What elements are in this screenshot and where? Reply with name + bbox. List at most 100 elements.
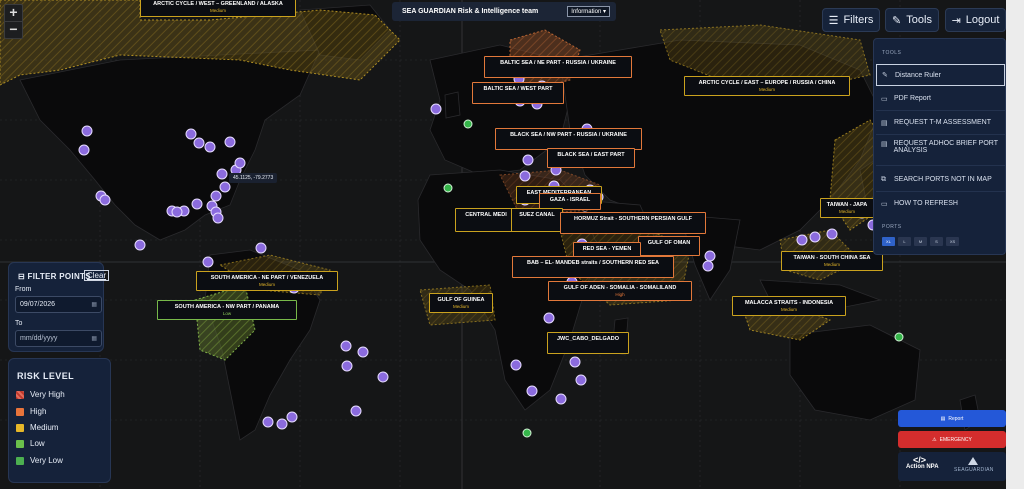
port-size-xs[interactable]: XS [946,237,959,246]
legend-label: Medium [30,423,59,432]
port-marker[interactable] [575,374,587,386]
area-label-arctic-east[interactable]: ARCTIC CYCLE / EAST – EUROPE / RUSSIA / … [684,76,850,96]
port-marker[interactable] [522,154,534,166]
tool-request-adhoc-brief[interactable]: ▤ REQUEST ADHOC BRIEF PORT ANALYSIS [876,140,1005,166]
document-icon: ▭ [881,201,888,208]
area-label-gulf-of-guinea[interactable]: GULF OF GUINEA Medium [429,293,493,313]
report-button[interactable]: ▤ Report [898,410,1006,427]
port-marker[interactable] [340,340,352,352]
port-marker[interactable] [224,136,236,148]
clear-filter-button[interactable]: Clear [84,270,110,281]
tool-pdf-report[interactable]: ▭ PDF Report [876,95,1005,111]
external-link-icon: ⧉ [881,176,886,183]
area-label-gulf-of-oman[interactable]: GULF OF OMAN [638,236,700,256]
mode-select[interactable]: Information ▾ [567,6,610,17]
area-name: ARCTIC CYCLE / WEST – GREENLAND / ALASKA [153,1,283,7]
zoom-in-button[interactable]: + [5,5,22,21]
status-point-marker[interactable] [894,332,904,342]
logout-button[interactable]: ⇥ Logout [945,8,1006,32]
tool-request-tm-assessment[interactable]: ▤ REQUEST T-M ASSESSMENT [876,119,1005,135]
tool-label: PDF Report [894,95,931,102]
port-size-xl[interactable]: XL [882,237,895,246]
port-marker[interactable] [191,198,203,210]
port-marker[interactable] [216,168,228,180]
calendar-icon[interactable]: ▦ [91,301,97,308]
port-marker[interactable] [430,103,442,115]
port-marker[interactable] [704,250,716,262]
area-label-cabo-delgado[interactable]: JWC_CABO_DELGADO [547,332,629,354]
port-marker[interactable] [193,137,205,149]
area-name: SOUTH AMERICA - NW PART / PANAMA [174,304,280,310]
area-label-central-med[interactable]: CENTRAL MEDI [455,208,517,232]
area-label-panama[interactable]: SOUTH AMERICA - NW PART / PANAMA Low [157,300,297,320]
port-marker[interactable] [81,125,93,137]
area-name: TAIWAN - SOUTH CHINA SEA [793,255,871,261]
area-label-bab-el-mandeb[interactable]: BAB – EL- MANDEB straits / SOUTHERN RED … [512,256,674,278]
tools-button[interactable]: ✎ Tools [885,8,939,32]
port-marker[interactable] [555,393,567,405]
area-label-baltic-ne[interactable]: BALTIC SEA / NE PART - RUSSIA / UKRAINE [484,56,632,78]
calendar-icon[interactable]: ▦ [91,335,97,342]
to-date-input[interactable]: mm/dd/yyyy ▦ [15,330,102,347]
port-marker[interactable] [341,360,353,372]
area-label-venezuela[interactable]: SOUTH AMERICA - NE PART / VENEZUELA Medi… [196,271,338,291]
port-marker[interactable] [212,212,224,224]
area-label-hormuz[interactable]: HORMUZ Strait - SOUTHERN PERSIAN GULF [560,212,706,234]
port-marker[interactable] [219,181,231,193]
port-marker[interactable] [526,385,538,397]
port-marker[interactable] [519,170,531,182]
area-label-black-sea-nw[interactable]: BLACK SEA / NW PART - RUSSIA / UKRAINE [495,128,642,150]
port-marker[interactable] [377,371,389,383]
port-marker[interactable] [171,206,183,218]
from-date-input[interactable]: 09/07/2026 ▦ [15,296,102,313]
seaguardian-logo-icon [968,457,978,465]
port-marker[interactable] [809,231,821,243]
product-name: SEAGUARDIAN [954,467,994,473]
tools-menu: TOOLS ✎ Distance Ruler ▭ PDF Report ▤ RE… [873,38,1006,255]
port-marker[interactable] [510,359,522,371]
port-marker[interactable] [702,260,714,272]
port-marker[interactable] [134,239,146,251]
status-point-marker[interactable] [522,428,532,438]
port-marker[interactable] [357,346,369,358]
port-marker[interactable] [569,356,581,368]
port-marker[interactable] [796,234,808,246]
area-label-black-sea-east[interactable]: BLACK SEA / EAST PART [547,148,635,168]
tool-distance-ruler[interactable]: ✎ Distance Ruler [876,64,1005,86]
status-point-marker[interactable] [463,119,473,129]
port-marker[interactable] [234,157,246,169]
tool-search-ports[interactable]: ⧉ SEARCH PORTS NOT IN MAP [876,176,1005,192]
port-marker[interactable] [210,190,222,202]
filters-button[interactable]: ☰ Filters [822,8,880,32]
legend-item: High [16,407,46,416]
port-size-m[interactable]: M [914,237,927,246]
port-marker[interactable] [255,242,267,254]
port-marker[interactable] [204,141,216,153]
area-label-suez[interactable]: SUEZ CANAL [511,208,563,232]
port-marker[interactable] [543,312,555,324]
area-label-malacca[interactable]: MALACCA STRAITS - INDONESIA Medium [732,296,846,316]
legend-label: High [30,407,47,416]
port-marker[interactable] [350,405,362,417]
port-marker[interactable] [262,416,274,428]
port-marker[interactable] [202,256,214,268]
title-bar: SEA GUARDIAN Risk & Intelligence team In… [392,2,616,21]
port-marker[interactable] [276,418,288,430]
port-size-l[interactable]: L [898,237,911,246]
very-high-swatch [16,390,24,399]
area-label-taiwan-japan[interactable]: TAIWAN - JAPA Medium [820,198,874,218]
zoom-out-button[interactable]: − [5,21,22,38]
port-size-s[interactable]: S [930,237,943,246]
tool-how-to-refresh[interactable]: ▭ HOW TO REFRESH [876,200,1005,216]
area-label-baltic-west[interactable]: BALTIC SEA / WEST PART [472,82,564,104]
port-marker[interactable] [826,228,838,240]
port-marker[interactable] [185,128,197,140]
area-label-taiwan-scs[interactable]: TAIWAN - SOUTH CHINA SEA Medium [781,251,883,271]
area-label-gulf-of-aden[interactable]: GULF OF ADEN - SOMALIA - SOMALILAND High [548,281,692,301]
port-marker[interactable] [78,144,90,156]
port-marker[interactable] [286,411,298,423]
emergency-button[interactable]: ⚠ EMERGENCY [898,431,1006,448]
status-point-marker[interactable] [443,183,453,193]
port-marker[interactable] [99,194,111,206]
area-label-arctic-west[interactable]: ARCTIC CYCLE / WEST – GREENLAND / ALASKA… [140,0,296,17]
